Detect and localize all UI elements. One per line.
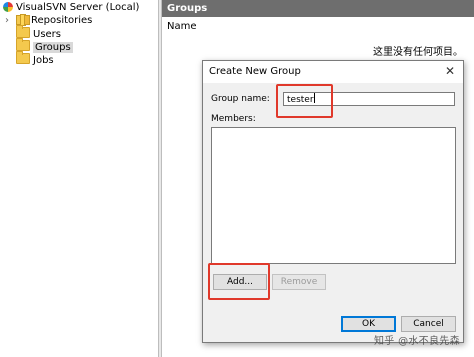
folder-icon	[16, 51, 30, 64]
visualsvn-server-icon	[3, 2, 13, 12]
repositories-icon	[16, 14, 30, 26]
folder-icon	[16, 38, 30, 51]
ok-button[interactable]: OK	[341, 316, 396, 332]
group-name-value: tester	[287, 95, 314, 105]
tree-item-label: Users	[33, 29, 62, 40]
cancel-button[interactable]: Cancel	[401, 316, 456, 332]
create-group-dialog: Create New Group ✕ Group name: tester Me…	[202, 60, 464, 343]
watermark: 知乎 @水不良先森	[374, 336, 460, 347]
chevron-right-icon[interactable]: ›	[5, 14, 9, 27]
navigation-tree: VisualSVN Server (Local) › Repositories …	[0, 0, 158, 357]
text-caret	[313, 93, 315, 103]
add-member-button[interactable]: Add...	[213, 274, 267, 290]
tree-item-jobs[interactable]: Jobs	[16, 51, 54, 66]
members-label: Members:	[211, 114, 256, 124]
dialog-title: Create New Group	[203, 61, 463, 83]
empty-list-message: 这里没有任何项目。	[373, 47, 463, 58]
tree-item-repositories[interactable]: › Repositories	[0, 14, 92, 27]
remove-member-button[interactable]: Remove	[272, 274, 326, 290]
tree-item-label: Jobs	[33, 55, 54, 66]
group-name-label: Group name:	[211, 94, 270, 104]
tree-root-server[interactable]: VisualSVN Server (Local)	[0, 1, 139, 14]
tree-root-label: VisualSVN Server (Local)	[16, 2, 140, 13]
members-list[interactable]	[211, 127, 456, 264]
tree-item-label: Repositories	[31, 15, 93, 26]
tree-item-groups[interactable]: Groups	[16, 38, 73, 53]
tree-item-label: Groups	[33, 42, 73, 53]
pane-header: Groups	[162, 0, 474, 17]
close-icon[interactable]: ✕	[445, 64, 455, 78]
column-header-name[interactable]: Name	[167, 21, 197, 32]
folder-icon	[16, 25, 30, 38]
group-name-input[interactable]: tester	[283, 92, 455, 106]
